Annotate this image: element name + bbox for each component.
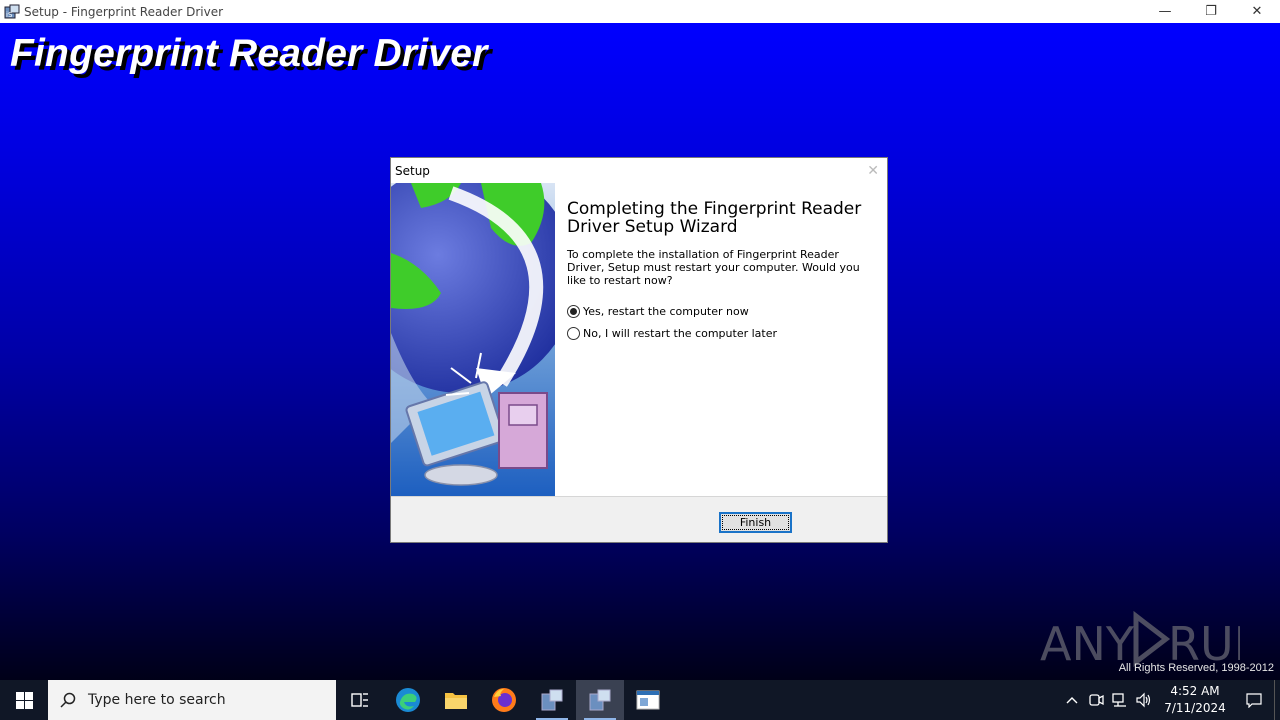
- speaker-icon: [1136, 692, 1151, 708]
- clock-date: 7/11/2024: [1164, 701, 1226, 715]
- dialog-close-button[interactable]: ✕: [867, 163, 879, 179]
- show-hidden-icons-button[interactable]: [1060, 680, 1084, 720]
- window-title: Setup - Fingerprint Reader Driver: [24, 4, 224, 19]
- wizard-side-image: [391, 183, 555, 496]
- network-button[interactable]: [1108, 680, 1132, 720]
- restore-button[interactable]: ❐: [1188, 0, 1234, 23]
- firefox-button[interactable]: [480, 680, 528, 720]
- dialog-title: Setup: [395, 163, 430, 178]
- wizard-description: To complete the installation of Fingerpr…: [567, 248, 860, 287]
- volume-button[interactable]: [1132, 680, 1156, 720]
- dialog-body: Completing the Fingerprint Reader Driver…: [391, 183, 887, 496]
- start-button[interactable]: [0, 680, 48, 720]
- close-button[interactable]: ✕: [1234, 0, 1280, 23]
- setup-icon: [589, 689, 611, 711]
- file-explorer-button[interactable]: [432, 680, 480, 720]
- svg-text:RUN: RUN: [1168, 617, 1240, 668]
- network-icon: [1112, 693, 1126, 707]
- notification-icon: [1246, 693, 1262, 708]
- setup-taskbar-button-active[interactable]: [576, 680, 624, 720]
- restart-now-label: Yes, restart the computer now: [583, 304, 749, 318]
- finish-button[interactable]: Finish: [719, 512, 792, 533]
- meet-now-button[interactable]: [1084, 680, 1108, 720]
- show-desktop-button[interactable]: [1274, 680, 1280, 720]
- installer-icon: [541, 689, 563, 711]
- product-title: Fingerprint Reader Driver: [10, 32, 488, 75]
- app-window-button[interactable]: [624, 680, 672, 720]
- task-view-button[interactable]: [336, 680, 384, 720]
- dialog-footer: Finish: [391, 496, 887, 542]
- clock-time: 4:52 AM: [1170, 684, 1220, 698]
- installer-taskbar-button[interactable]: [528, 680, 576, 720]
- restart-later-radio[interactable]: [567, 326, 580, 340]
- minimize-button[interactable]: —: [1142, 0, 1188, 23]
- restart-now-option[interactable]: Yes, restart the computer now: [567, 303, 877, 319]
- restart-later-option[interactable]: No, I will restart the computer later: [567, 325, 877, 341]
- task-view-icon: [351, 693, 368, 707]
- search-placeholder: Type here to search: [88, 692, 226, 708]
- setup-dialog: Setup ✕ Completing the Fingerprint Reade…: [390, 157, 888, 543]
- taskbar: Type here to search 4:52 AM 7/11/2024: [0, 680, 1280, 720]
- svg-text:iS: iS: [6, 11, 13, 19]
- app-window-icon: [636, 690, 660, 710]
- edge-button[interactable]: [384, 680, 432, 720]
- taskbar-search-box[interactable]: Type here to search: [48, 680, 336, 720]
- restart-later-label: No, I will restart the computer later: [583, 326, 778, 340]
- folder-icon: [445, 693, 467, 709]
- firefox-icon: [492, 688, 516, 712]
- window-titlebar: iS Setup - Fingerprint Reader Driver — ❐…: [0, 0, 1280, 23]
- meet-now-icon: [1089, 694, 1104, 706]
- search-icon: [60, 692, 76, 708]
- wizard-content: Completing the Fingerprint Reader Driver…: [567, 200, 877, 341]
- system-tray: 4:52 AM 7/11/2024: [1060, 680, 1280, 720]
- svg-text:ANY: ANY: [1040, 617, 1135, 668]
- anyrun-watermark-logo: ANY RUN: [1040, 610, 1240, 668]
- edge-browser-icon: [396, 688, 420, 712]
- wizard-heading: Completing the Fingerprint Reader Driver…: [567, 199, 862, 237]
- taskbar-clock[interactable]: 4:52 AM 7/11/2024: [1156, 683, 1234, 717]
- notifications-button[interactable]: [1234, 680, 1274, 720]
- installer-app-icon: iS: [4, 4, 20, 19]
- windows-logo-icon: [15, 691, 33, 709]
- restart-now-radio[interactable]: [567, 304, 580, 318]
- chevron-up-icon: [1066, 697, 1078, 704]
- copyright-text: All Rights Reserved, 1998-2012: [1118, 662, 1274, 674]
